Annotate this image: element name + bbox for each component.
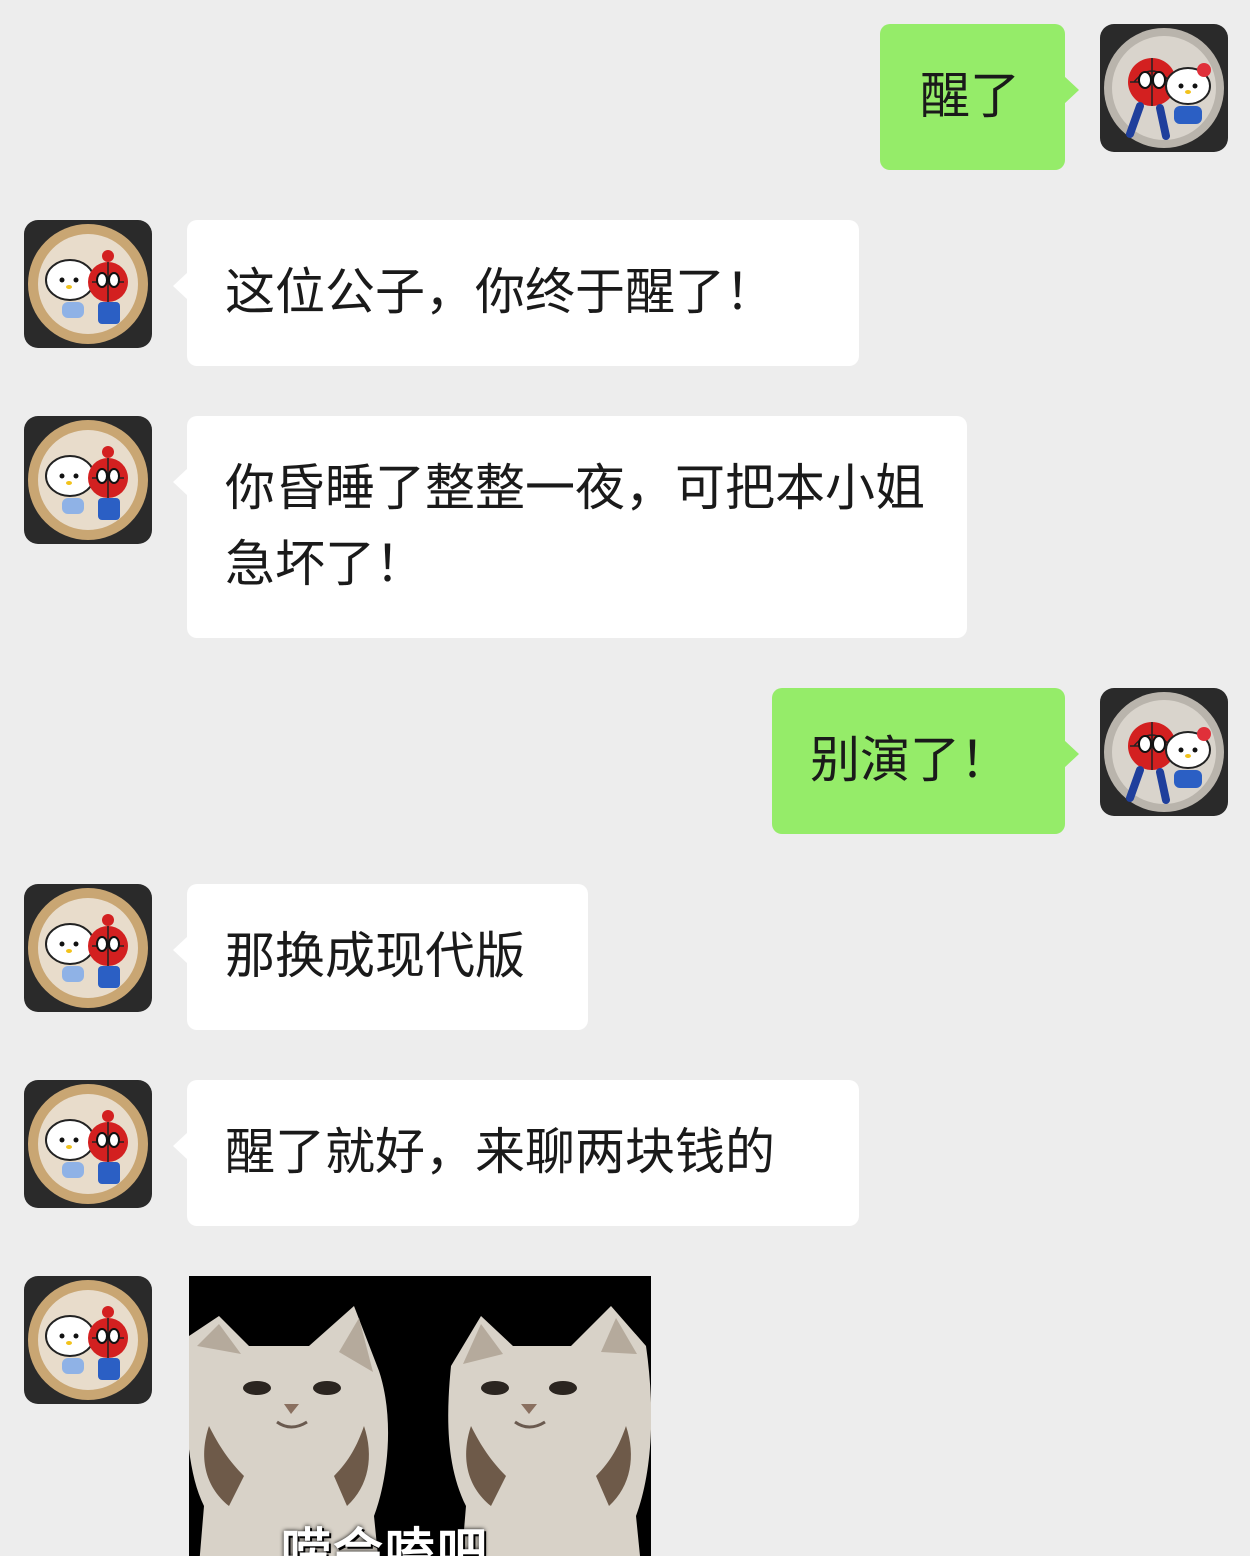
hello-kitty-spiderman-avatar-icon bbox=[28, 224, 148, 344]
message-text: 醒了就好，来聊两块钱的 bbox=[225, 1123, 775, 1181]
message-text: 醒了 bbox=[920, 67, 1020, 125]
message-text: 这位公子，你终于醒了！ bbox=[225, 263, 775, 321]
hello-kitty-spiderman-avatar-icon bbox=[28, 420, 148, 540]
message-bubble-incoming[interactable]: 那换成现代版 bbox=[173, 884, 588, 1030]
message-row-outgoing: 别演了！ bbox=[0, 688, 1250, 834]
message-bubble-outgoing[interactable]: 醒了 bbox=[880, 24, 1079, 170]
message-row-incoming: 这位公子，你终于醒了！ bbox=[0, 220, 1250, 366]
message-row-incoming-sticker: 唠会嗑吧 bbox=[0, 1276, 1250, 1556]
message-row-incoming: 那换成现代版 bbox=[0, 884, 1250, 1030]
hello-kitty-spiderman-avatar-icon bbox=[28, 1084, 148, 1204]
message-bubble-incoming[interactable]: 你昏睡了整整一夜，可把本小姐急坏了！ bbox=[173, 416, 967, 638]
friend-avatar[interactable] bbox=[24, 220, 152, 348]
sticker-image[interactable]: 唠会嗑吧 bbox=[189, 1276, 651, 1556]
message-row-incoming: 醒了就好，来聊两块钱的 bbox=[0, 1080, 1250, 1226]
message-bubble-incoming[interactable]: 这位公子，你终于醒了！ bbox=[173, 220, 859, 366]
my-avatar[interactable] bbox=[1100, 24, 1228, 152]
hello-kitty-spiderman-avatar-icon bbox=[28, 1280, 148, 1400]
sticker-caption: 唠会嗑吧 bbox=[281, 1523, 489, 1556]
my-avatar[interactable] bbox=[1100, 688, 1228, 816]
spiderman-hello-kitty-avatar-icon bbox=[1104, 28, 1224, 148]
friend-avatar[interactable] bbox=[24, 884, 152, 1012]
hello-kitty-spiderman-avatar-icon bbox=[28, 888, 148, 1008]
friend-avatar[interactable] bbox=[24, 416, 152, 544]
message-row-outgoing: 醒了 bbox=[0, 24, 1250, 170]
friend-avatar[interactable] bbox=[24, 1276, 152, 1404]
friend-avatar[interactable] bbox=[24, 1080, 152, 1208]
message-bubble-outgoing[interactable]: 别演了！ bbox=[772, 688, 1079, 834]
message-text: 别演了！ bbox=[810, 731, 1010, 789]
spiderman-hello-kitty-avatar-icon bbox=[1104, 692, 1224, 812]
message-bubble-incoming[interactable]: 醒了就好，来聊两块钱的 bbox=[173, 1080, 859, 1226]
message-text: 你昏睡了整整一夜，可把本小姐急坏了！ bbox=[225, 459, 925, 593]
message-row-incoming: 你昏睡了整整一夜，可把本小姐急坏了！ bbox=[0, 416, 1250, 638]
chat-window: 醒了 这位公子，你终于醒了！ 你昏睡了整整一夜，可把本小姐急坏了！ 别演了！ 那… bbox=[0, 0, 1250, 1556]
message-text: 那换成现代版 bbox=[225, 927, 525, 985]
